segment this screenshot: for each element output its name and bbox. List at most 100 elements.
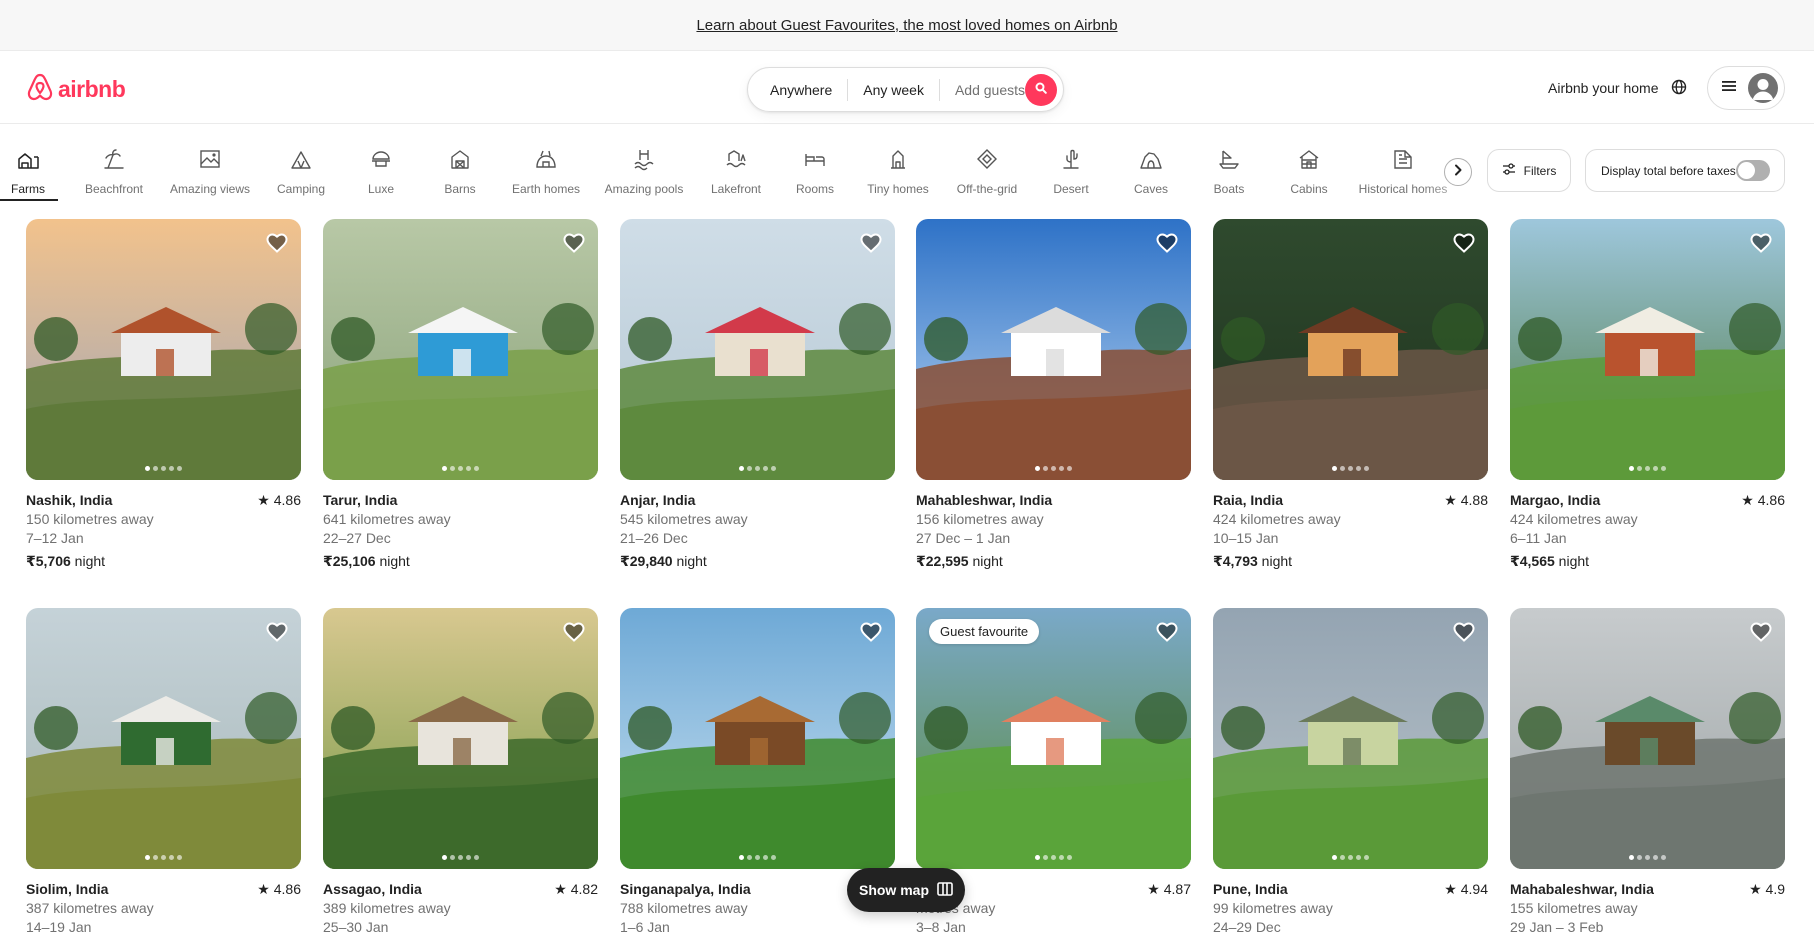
price-value: ₹4,565 [1510,553,1555,569]
listing-distance: 150 kilometres away [26,511,154,527]
display-total-toggle-panel: Display total before taxes [1585,149,1785,192]
listing-card[interactable]: Tarur, India 641 kilometres away 22–27 Dec… [323,219,598,571]
category-label: Off-the-grid [956,182,1018,196]
airbnb-your-home-link[interactable]: Airbnb your home [1548,80,1659,96]
user-menu-button[interactable] [1707,66,1785,110]
listing-photo[interactable] [916,219,1191,480]
listing-photo[interactable] [1510,219,1785,480]
rating-value: 4.9 [1765,881,1785,897]
price-unit: night [1558,553,1590,569]
category-amazing-views[interactable]: Amazing views [170,147,250,196]
listing-distance: 389 kilometres away [323,900,451,916]
listing-photo[interactable] [1213,608,1488,869]
listing-price: ₹5,706 night [26,552,301,571]
photo-pagination [916,855,1191,860]
beachfront-icon [102,147,126,176]
search-location[interactable]: Anywhere [748,82,847,98]
listing-photo[interactable] [26,219,301,480]
listing-card[interactable]: Assagao, India ★ 4.82 389 kilometres away 2… [323,608,598,937]
search-button[interactable] [1025,74,1057,106]
category-barns[interactable]: Barns [420,147,500,196]
category-camping[interactable]: Camping [261,147,341,196]
show-map-button[interactable]: Show map [847,868,965,912]
map-icon [937,881,953,899]
category-lakefront[interactable]: Lakefront [696,147,776,196]
listing-distance: 641 kilometres away [323,511,451,527]
category-caves[interactable]: Caves [1111,147,1191,196]
category-label: Tiny homes [867,182,929,196]
listing-photo[interactable] [26,608,301,869]
listing-card[interactable]: Pune, India ★ 4.94 99 kilometres away 24–29… [1213,608,1488,937]
listing-card[interactable]: Mahableshwar, India 156 kilometres away 27… [916,219,1191,571]
listing-title: Mahableshwar, India [916,492,1053,508]
listing-price: ₹4,793 night [1213,552,1488,571]
listing-info: Raia, India ★ 4.88 424 kilometres away 10–1… [1213,491,1488,571]
guest-favourites-link[interactable]: Learn about Guest Favourites, the most l… [696,17,1117,34]
search-dates[interactable]: Any week [848,82,939,98]
category-cabins[interactable]: Cabins [1269,147,1349,196]
rating-value: 4.86 [1757,492,1785,508]
category-off-the-grid[interactable]: Off-the-grid [947,147,1027,196]
price-value: ₹25,106 [323,553,376,569]
price-value: ₹22,595 [916,553,969,569]
photo-pagination [1510,466,1785,471]
listing-card[interactable]: Nashik, India ★ 4.86 150 kilometres away 7–… [26,219,301,571]
category-farms[interactable]: Farms [0,147,58,201]
listing-info: Nashik, India ★ 4.86 150 kilometres away 7–… [26,491,301,571]
category-label: Barns [444,182,476,196]
category-luxe[interactable]: Luxe [341,147,421,196]
listing-card[interactable]: Siolim, India ★ 4.86 387 kilometres away 14… [26,608,301,937]
photo-pagination [1213,855,1488,860]
filters-button[interactable]: Filters [1487,149,1571,192]
heart-icon[interactable] [859,231,883,260]
category-next-button[interactable] [1444,158,1472,186]
heart-icon[interactable] [265,231,289,260]
globe-icon[interactable] [1671,79,1687,100]
photo-pagination [620,855,895,860]
listing-photo[interactable] [1510,608,1785,869]
heart-icon[interactable] [562,620,586,649]
category-earth-homes[interactable]: Earth homes [506,147,586,196]
search-bar[interactable]: Anywhere Any week Add guests [747,67,1064,112]
category-amazing-pools[interactable]: Amazing pools [604,147,684,196]
heart-icon[interactable] [1155,620,1179,649]
listing-dates: 1–6 Jan [620,919,670,935]
listing-dates: 24–29 Dec [1213,919,1281,935]
listing-photo[interactable] [323,608,598,869]
user-avatar-icon [1748,73,1778,103]
listing-photo[interactable] [620,219,895,480]
listing-photo[interactable]: Guest favourite [916,608,1191,869]
heart-icon[interactable] [562,231,586,260]
listing-photo[interactable] [1213,219,1488,480]
category-boats[interactable]: Boats [1189,147,1269,196]
listing-card[interactable]: Mahabaleshwar, India ★ 4.9 155 kilometres … [1510,608,1785,937]
listing-dates: 3–8 Jan [916,919,966,935]
category-beachfront[interactable]: Beachfront [74,147,154,196]
heart-icon[interactable] [1452,620,1476,649]
listing-rating: ★ 4.88 [1444,491,1488,510]
heart-icon[interactable] [265,620,289,649]
display-total-label: Display total before taxes [1601,163,1736,178]
display-total-toggle[interactable] [1736,160,1770,181]
airbnb-logo[interactable]: airbnb [26,72,126,107]
rating-value: 4.88 [1460,492,1488,508]
photo-pagination [323,466,598,471]
category-rooms[interactable]: Rooms [775,147,855,196]
listing-photo[interactable] [323,219,598,480]
listing-photo[interactable] [620,608,895,869]
heart-icon[interactable] [1155,231,1179,260]
listing-price: ₹4,565 night [1510,552,1785,571]
amazing-pools-icon [632,147,656,176]
listing-card[interactable]: Raia, India ★ 4.88 424 kilometres away 10–1… [1213,219,1488,571]
heart-icon[interactable] [1749,620,1773,649]
listing-card[interactable]: Margao, India ★ 4.86 424 kilometres away 6–… [1510,219,1785,571]
listing-rating: ★ 4.86 [257,880,301,899]
star-icon: ★ [1749,881,1762,897]
heart-icon[interactable] [859,620,883,649]
heart-icon[interactable] [1452,231,1476,260]
category-tiny-homes[interactable]: Tiny homes [858,147,938,196]
listing-distance: 155 kilometres away [1510,900,1638,916]
heart-icon[interactable] [1749,231,1773,260]
category-desert[interactable]: Desert [1031,147,1111,196]
listing-card[interactable]: Anjar, India 545 kilometres away 21–26 Dec… [620,219,895,571]
